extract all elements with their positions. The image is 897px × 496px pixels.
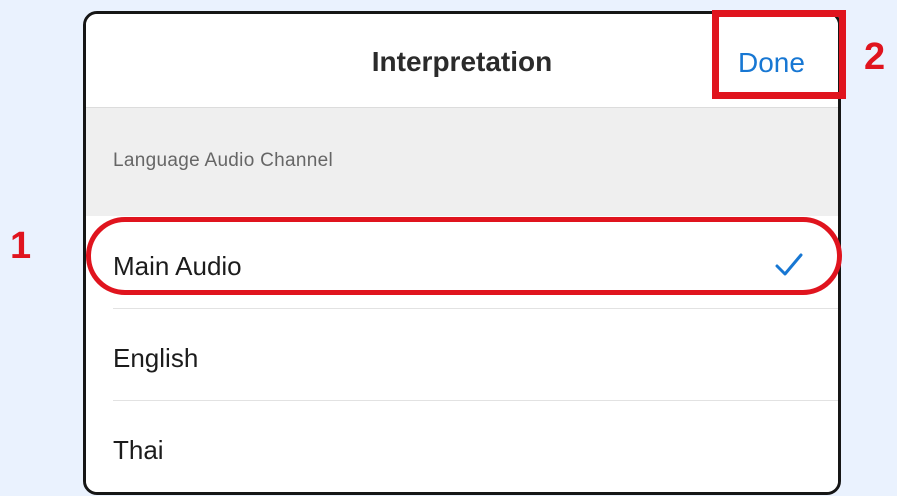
- section-label: Language Audio Channel: [113, 150, 334, 171]
- option-label: English: [113, 343, 199, 373]
- option-thai[interactable]: Thai: [86, 401, 838, 492]
- annotation-main-audio-highlight: [86, 217, 842, 295]
- option-label: Thai: [113, 435, 164, 465]
- annotation-step-2: 2: [864, 36, 886, 78]
- annotation-done-highlight: [712, 10, 846, 99]
- option-english[interactable]: English: [86, 309, 838, 401]
- annotation-step-1: 1: [10, 225, 32, 267]
- section-header: Language Audio Channel: [86, 108, 838, 216]
